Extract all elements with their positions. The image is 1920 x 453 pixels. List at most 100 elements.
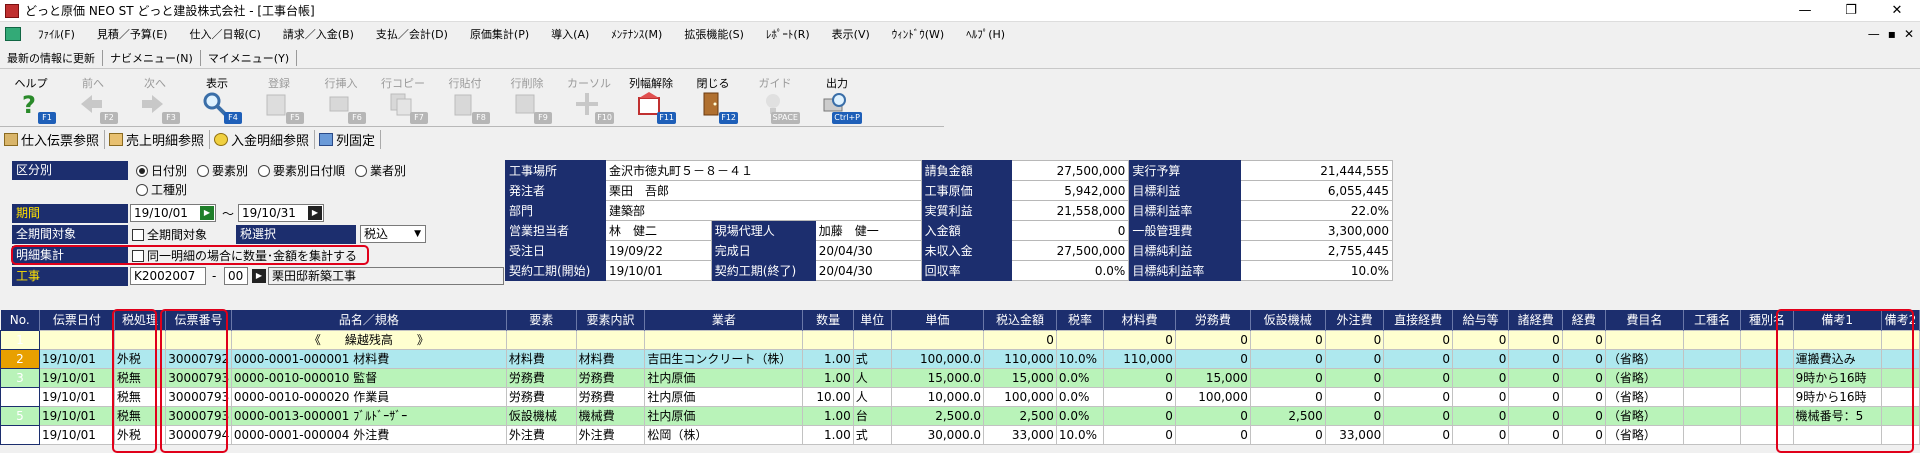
cell-cost[interactable]: 0 [1174, 405, 1251, 426]
cell-cost[interactable]: 0 [1383, 329, 1453, 350]
all-period-checkbox[interactable] [132, 228, 144, 241]
cell-cost[interactable]: 0 [1451, 329, 1510, 350]
cell-cost[interactable]: 0 [1324, 405, 1385, 426]
cell-himoku[interactable]: （省略） [1604, 348, 1684, 369]
cell-cost[interactable]: 100,000 [1174, 386, 1251, 407]
cell-koshu[interactable] [1682, 405, 1742, 426]
column-header-5[interactable]: 要素 [506, 310, 577, 330]
cell-cost[interactable]: 0 [1383, 405, 1453, 426]
cell-date[interactable]: 19/10/01 [38, 386, 115, 407]
table-row[interactable]: 5 19/10/01 税無 30000793 0000-0013-000001 ﾌﾞﾙﾄ… [0, 405, 1920, 426]
radio-element-date[interactable]: 要素別日付順 [258, 162, 345, 179]
radio-work-type[interactable]: 工種別 [136, 181, 187, 198]
cell-cost[interactable]: 15,000 [1174, 367, 1251, 388]
carry-over-row[interactable]: 1 《 繰越残高 》 0 0 0 0 0 0 0 0 0 [0, 329, 1920, 350]
menu-item-8[interactable]: 拡張機能(S) [673, 26, 755, 42]
cell-koshu[interactable] [1682, 386, 1742, 407]
cell-item[interactable]: 0000-0010-000020 作業員 [230, 386, 507, 407]
cell-koshu[interactable] [1682, 367, 1742, 388]
cell-price[interactable]: 15,000.0 [890, 367, 985, 388]
column-header-19[interactable]: 諸経費 [1508, 310, 1563, 330]
cell-cost[interactable]: 0 [1324, 386, 1385, 407]
cell-date[interactable]: 19/10/01 [38, 405, 115, 426]
menu-item-9[interactable]: ﾚﾎﾟｰﾄ(R) [755, 26, 821, 42]
cell-himoku[interactable]: （省略） [1604, 367, 1684, 388]
cell-cost[interactable]: 0 [1561, 348, 1606, 369]
my-menu-button[interactable]: マイメニュー(Y) [201, 49, 298, 66]
menu-item-1[interactable]: 見積／予算(E) [86, 26, 179, 42]
kouji-sub-input[interactable]: 00 [224, 267, 248, 285]
cell-amount[interactable]: 110,000 [983, 348, 1057, 369]
column-header-4[interactable]: 品名／規格 [231, 310, 507, 330]
cell-cost[interactable]: 0 [1249, 367, 1326, 388]
cell-cost[interactable]: 0 [1324, 329, 1385, 350]
cell-price[interactable]: 2,500.0 [890, 405, 985, 426]
menu-item-2[interactable]: 仕入／日報(C) [178, 26, 271, 42]
cell-vendor[interactable]: 松岡（株） [644, 424, 804, 445]
cell-cost[interactable]: 0 [1508, 405, 1563, 426]
cell-price[interactable]: 10,000.0 [890, 386, 985, 407]
table-row[interactable]: 4 19/10/01 税無 30000793 0000-0010-000020 作業員労… [0, 386, 1920, 407]
table-row[interactable]: 3 19/10/01 税無 30000793 0000-0010-000010 監督 労務… [0, 367, 1920, 388]
toolbar-row-delete-button[interactable]: 行削除 F9 [496, 72, 558, 127]
cell-cost[interactable]: 0 [1508, 329, 1563, 350]
cell-rate[interactable]: 10.0% [1055, 348, 1105, 369]
radio-element[interactable]: 要素別 [197, 162, 248, 179]
cell-rate[interactable]: 0.0% [1055, 405, 1105, 426]
minimize-button[interactable]: — [1782, 0, 1828, 22]
column-header-15[interactable]: 仮設機械 [1250, 310, 1326, 330]
column-header-9[interactable]: 単位 [853, 310, 892, 330]
cell-qty[interactable]: 1.00 [802, 405, 854, 426]
cell-qty[interactable]: 1.00 [802, 367, 854, 388]
column-header-6[interactable]: 要素内訳 [576, 310, 646, 330]
payment-detail-reference-button[interactable]: 入金明細参照 [210, 129, 316, 149]
cell-cost[interactable]: 0 [1451, 424, 1510, 445]
cell-cost[interactable]: 0 [1561, 367, 1606, 388]
toolbar-row-copy-button[interactable]: 行コピー F7 [372, 72, 434, 127]
cell-cost[interactable]: 0 [1103, 386, 1176, 407]
cell-cost[interactable]: 0 [1451, 348, 1510, 369]
cell-vendor[interactable]: 社内原価 [644, 386, 804, 407]
cell-cost[interactable]: 0 [1103, 367, 1176, 388]
calendar-from-icon[interactable]: ▶ [200, 206, 214, 220]
cell-amount[interactable]: 15,000 [983, 367, 1057, 388]
toolbar-register-button[interactable]: 登録 F5 [248, 72, 310, 127]
column-header-16[interactable]: 外注費 [1325, 310, 1385, 330]
column-header-1[interactable]: 伝票日付 [39, 310, 115, 330]
column-header-21[interactable]: 費目名 [1605, 310, 1684, 330]
cell-koshu[interactable] [1682, 424, 1742, 445]
menu-item-6[interactable]: 導入(A) [540, 26, 600, 42]
cell-elem[interactable]: 材料費 [505, 348, 577, 369]
mdi-minimize-button[interactable]: — [1868, 23, 1880, 45]
cell-qty[interactable]: 10.00 [802, 386, 854, 407]
cell-cost[interactable]: 0 [1174, 329, 1251, 350]
toolbar-row-paste-button[interactable]: 行貼付 F8 [434, 72, 496, 127]
table-row[interactable]: 6 19/10/01 外税 30000794 0000-0001-000004 外注費外… [0, 424, 1920, 445]
cell-rate[interactable] [1055, 329, 1105, 350]
column-header-22[interactable]: 工種名 [1683, 310, 1742, 330]
cell-elem[interactable]: 仮設機械 [505, 405, 577, 426]
restore-button[interactable]: ❐ [1828, 0, 1874, 22]
toolbar-print-magnifier-button[interactable]: 出力 Ctrl+P [806, 72, 868, 127]
toolbar-question-button[interactable]: ヘルプ? F1 [0, 72, 62, 127]
cell-unit[interactable] [852, 329, 892, 350]
toolbar-column-width-button[interactable]: 列幅解除 F11 [620, 72, 682, 127]
cell-vendor[interactable] [644, 329, 804, 350]
column-header-17[interactable]: 直接経費 [1383, 310, 1453, 330]
kouji-search-icon[interactable]: ▶ [252, 269, 266, 283]
menu-item-3[interactable]: 請求／入金(B) [272, 26, 365, 42]
cell-date[interactable]: 19/10/01 [38, 424, 115, 445]
cell-vendor[interactable]: 社内原価 [644, 405, 804, 426]
column-header-20[interactable]: 経費 [1562, 310, 1606, 330]
cell-cost[interactable]: 0 [1383, 367, 1453, 388]
cell-unit[interactable]: 式 [852, 424, 892, 445]
radio-date[interactable]: 日付別 [136, 162, 187, 179]
cell-cost[interactable]: 0 [1561, 405, 1606, 426]
cell-elem[interactable] [505, 329, 577, 350]
purchase-slip-reference-button[interactable]: 仕入伝票参照 [0, 129, 106, 149]
cell-date[interactable]: 19/10/01 [38, 367, 115, 388]
cell-elem[interactable]: 外注費 [505, 424, 577, 445]
cell-himoku[interactable] [1604, 329, 1684, 350]
cell-unit[interactable]: 台 [852, 405, 892, 426]
cell-amount[interactable]: 0 [983, 329, 1057, 350]
